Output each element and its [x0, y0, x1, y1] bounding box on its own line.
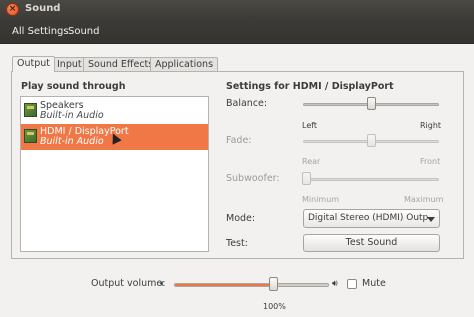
device-list: Speakers Built-in Audio HDMI / DisplayPo…	[20, 96, 209, 252]
fade-slider-handle[interactable]	[367, 134, 376, 147]
close-icon[interactable]: ×	[6, 3, 19, 16]
mode-combobox[interactable]: Digital Stereo (HDMI) Output	[303, 209, 440, 228]
balance-slider-handle[interactable]	[367, 97, 376, 110]
sound-breadcrumb-button[interactable]: Sound	[68, 26, 100, 37]
tab-applications[interactable]: Applications	[150, 57, 219, 72]
subwoofer-maximum-label: Maximum	[404, 195, 444, 204]
mode-value: Digital Stereo (HDMI) Output	[308, 213, 428, 223]
settings-heading: Settings for HDMI / DisplayPort	[226, 81, 394, 92]
balance-right-label: Right	[420, 121, 442, 130]
mute-checkbox[interactable]	[347, 279, 357, 289]
subwoofer-minimum-label: Minimum	[302, 195, 340, 204]
toolbar: All Settings Sound	[0, 20, 474, 44]
mode-label: Mode:	[226, 213, 256, 224]
mute-label[interactable]: Mute	[362, 278, 386, 289]
device-subtitle: Built-in Audio	[40, 136, 104, 147]
sound-card-icon	[24, 103, 37, 117]
tab-input[interactable]: Input	[52, 57, 87, 72]
output-volume-slider[interactable]	[174, 283, 329, 287]
tab-sound-effects[interactable]: Sound Effects	[83, 57, 159, 72]
volume-high-icon: 🔊︎	[332, 279, 338, 289]
output-volume-percent: 100%	[263, 302, 286, 311]
chevron-down-icon	[427, 217, 435, 222]
subwoofer-slider-handle[interactable]	[302, 172, 311, 185]
test-sound-button[interactable]: Test Sound	[303, 234, 440, 252]
output-volume-handle[interactable]	[269, 277, 278, 291]
output-volume-label: Output volume:	[91, 278, 166, 289]
fade-rear-label: Rear	[302, 157, 321, 166]
volume-low-icon: 🔈︎	[160, 279, 166, 289]
device-subtitle: Built-in Audio	[40, 110, 104, 121]
play-sound-through-heading: Play sound through	[21, 81, 126, 92]
balance-label: Balance:	[226, 98, 268, 109]
tab-output[interactable]: Output	[12, 56, 55, 72]
test-label: Test:	[226, 238, 248, 249]
output-volume-fill	[175, 284, 272, 286]
fade-front-label: Front	[420, 157, 441, 166]
title-bar: × Sound	[0, 0, 474, 20]
balance-left-label: Left	[302, 121, 318, 130]
sound-card-icon	[24, 129, 37, 143]
subwoofer-slider[interactable]	[303, 178, 439, 181]
subwoofer-label: Subwoofer:	[226, 173, 280, 184]
window-title: Sound	[25, 3, 61, 14]
all-settings-button[interactable]: All Settings	[12, 26, 69, 37]
device-speakers[interactable]: Speakers Built-in Audio	[21, 98, 208, 124]
fade-label: Fade:	[226, 135, 252, 146]
